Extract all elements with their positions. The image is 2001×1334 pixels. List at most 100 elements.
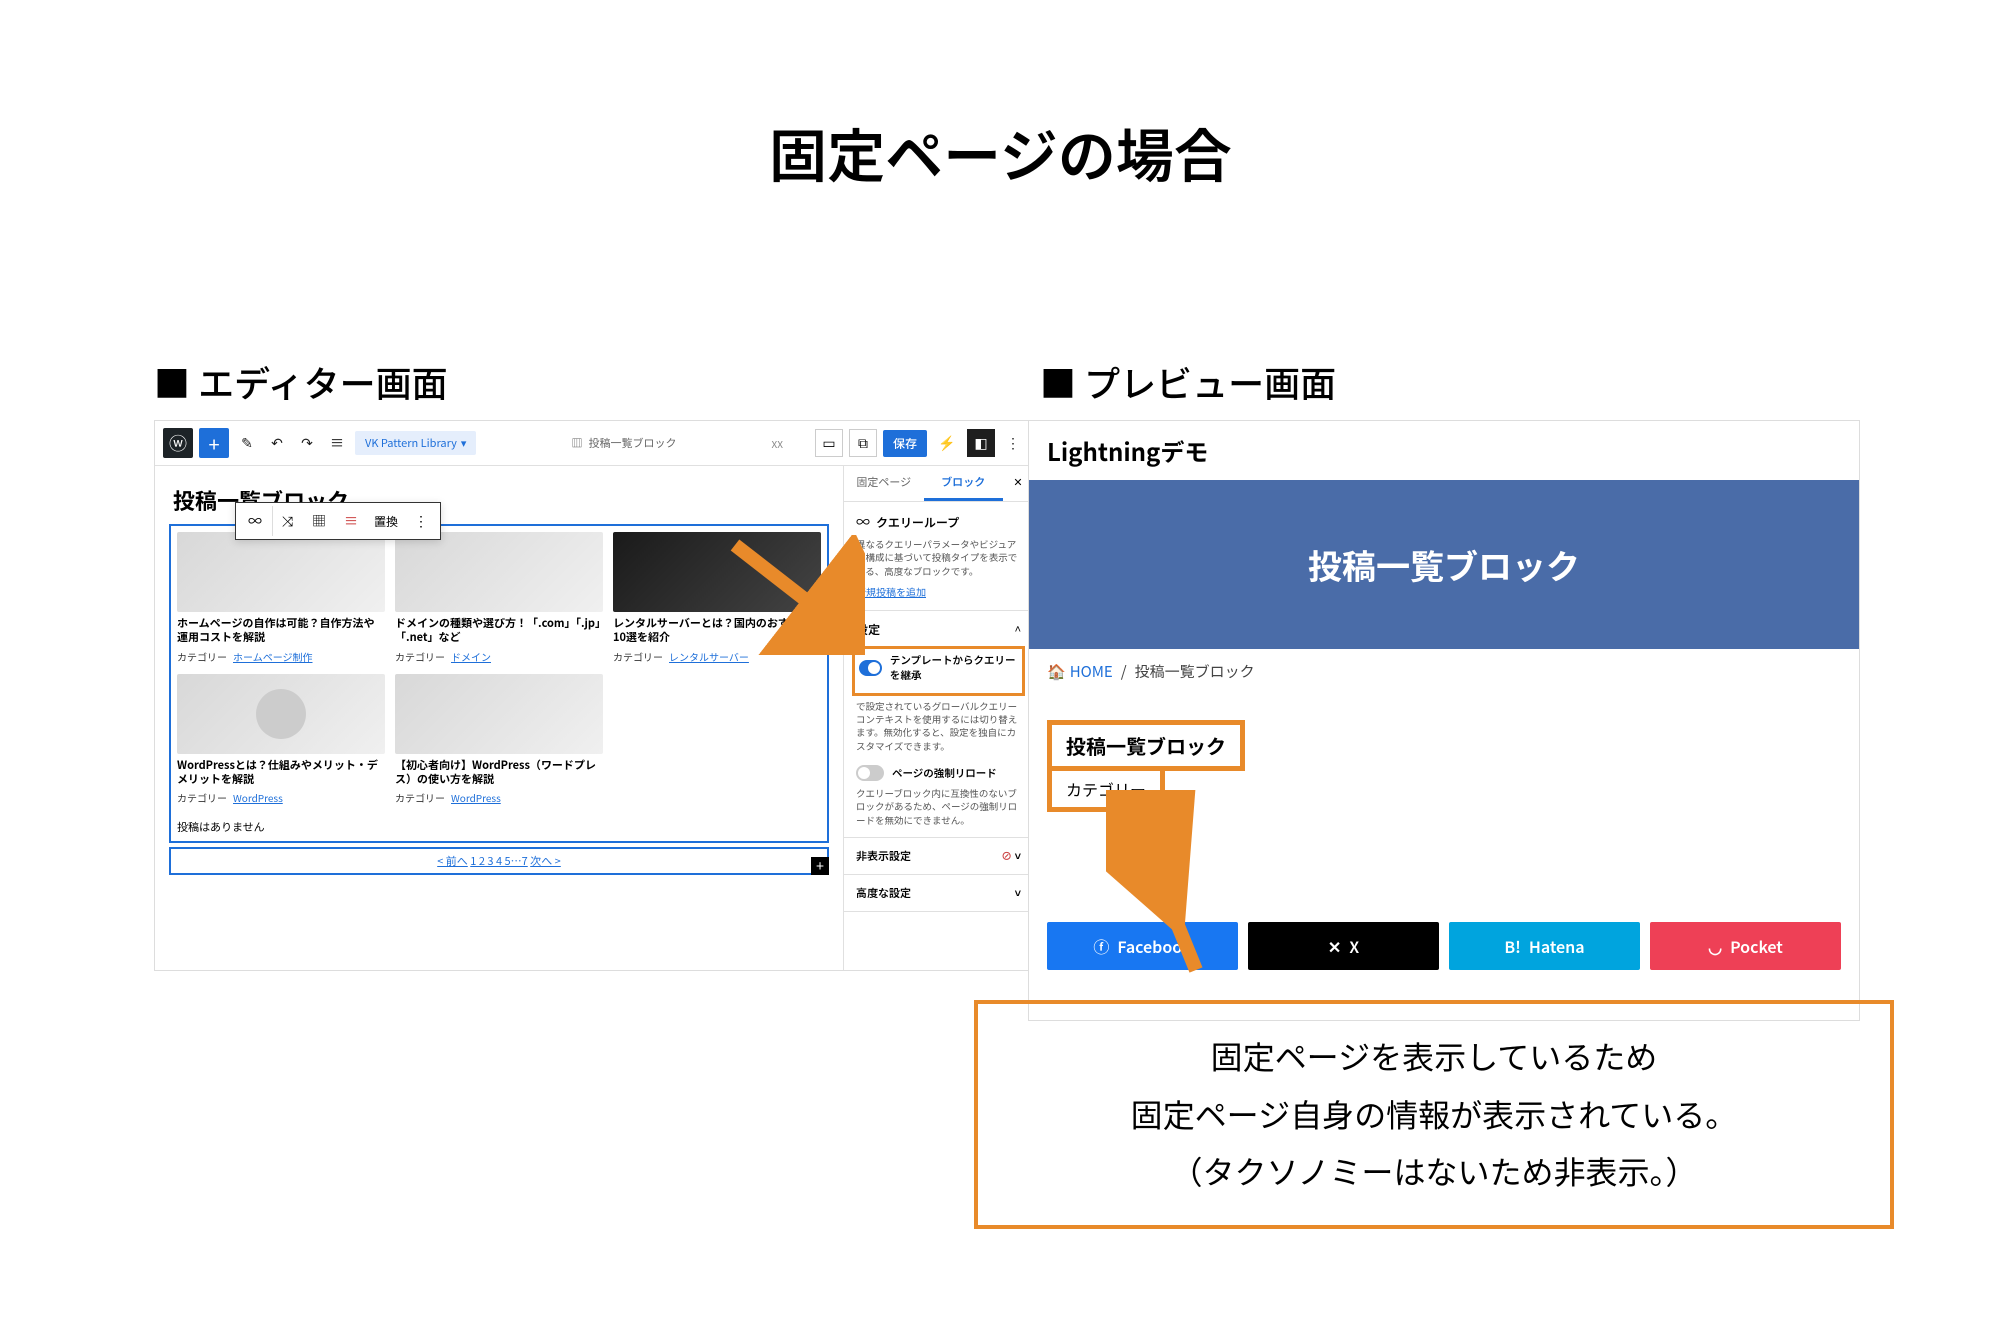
query-loop-block[interactable]: ホームページの自作は可能？自作方法や運用コストを解説 カテゴリーホームページ制作… — [169, 524, 829, 843]
explanation-box: 固定ページを表示しているため 固定ページ自身の情報が表示されている。 （タクソノ… — [974, 1000, 1894, 1229]
tab-block[interactable]: ブロック — [924, 466, 1004, 501]
settings-sidebar: 固定ページ ブロック ✕ ∞ クエリーループ 異なるクエリーパラメータやビジュア… — [843, 466, 1033, 970]
site-title[interactable]: Lightningデモ — [1029, 421, 1859, 480]
loop-icon[interactable]: ∞ — [240, 506, 270, 536]
toggle-label: テンプレートからクエリーを継承 — [890, 653, 1018, 683]
post-title: WordPressとは？仕組みやメリット・デメリットを解説 — [177, 758, 385, 787]
toggle-label: ページの強制リロード — [892, 766, 997, 781]
page-hero: 投稿一覧ブロック — [1029, 480, 1859, 649]
tab-page[interactable]: 固定ページ — [844, 466, 924, 501]
editor-topbar: ⓦ + ✎ ↶ ↷ ≡ VK Pattern Library▾ ▥ 投稿一覧ブロ… — [155, 421, 1033, 466]
post-card[interactable]: ドメインの種類や選び方！「.com」「.jp」「.net」など カテゴリードメイ… — [395, 532, 603, 664]
cat-link[interactable]: ホームページ制作 — [233, 649, 313, 664]
breadcrumb: 🏠HOME / 投稿一覧ブロック — [1029, 649, 1859, 694]
post-thumb — [395, 674, 603, 754]
shuffle-icon[interactable]: ⤨ — [272, 506, 302, 536]
block-name: クエリーループ — [876, 514, 959, 531]
cat-label: カテゴリー — [613, 649, 663, 664]
pager-prev[interactable]: < 前へ — [437, 853, 468, 869]
share-buttons: ⓕFacebook ✕X B!Hatena ◡Pocket — [1047, 922, 1841, 990]
cat-link[interactable]: レンタルサーバー — [669, 649, 749, 664]
hatena-icon: B! — [1504, 934, 1521, 958]
desktop-view-icon[interactable]: ▭ — [815, 429, 843, 457]
preview-section-label: ■ プレビュー画面 — [1040, 356, 1336, 408]
dimensions-badge: XX — [772, 436, 783, 451]
post-card[interactable]: レンタルサーバーとは？国内のおすすめ10選を紹介 カテゴリーレンタルサーバー — [613, 532, 821, 664]
block-toolbar: ∞ ⤨ ▦ ≡ 置換 ⋮ — [235, 502, 441, 540]
help-icon[interactable]: ⊘ — [1001, 848, 1012, 864]
editor-section-label: ■ エディター画面 — [154, 356, 448, 408]
align-icon[interactable]: ≡ — [336, 506, 366, 536]
force-reload-toggle[interactable] — [856, 765, 884, 781]
redo-icon[interactable]: ↷ — [295, 431, 319, 455]
post-title: レンタルサーバーとは？国内のおすすめ10選を紹介 — [613, 616, 821, 645]
cat-link[interactable]: ドメイン — [451, 649, 491, 664]
share-x-button[interactable]: ✕X — [1248, 922, 1439, 970]
wordpress-logo-icon[interactable]: ⓦ — [163, 428, 193, 458]
advanced-settings-title: 高度な設定 — [856, 885, 911, 901]
cat-link[interactable]: WordPress — [451, 790, 501, 805]
more-menu-icon[interactable]: ⋮ — [1001, 431, 1025, 455]
no-posts-message: 投稿はありません — [177, 819, 821, 835]
explain-line: 固定ページ自身の情報が表示されている。 — [1018, 1086, 1850, 1144]
slide-title: 固定ページの場合 — [769, 110, 1232, 194]
cat-link[interactable]: WordPress — [233, 790, 283, 805]
post-thumb — [395, 532, 603, 612]
x-icon: ✕ — [1328, 934, 1341, 958]
add-new-post-link[interactable]: 新規投稿を追加 — [856, 584, 926, 599]
editor-canvas: 投稿一覧ブロック ∞ ⤨ ▦ ≡ 置換 ⋮ ホームページの自作は可能？自作方法や… — [155, 466, 843, 970]
edit-icon[interactable]: ✎ — [235, 431, 259, 455]
share-hatena-button[interactable]: B!Hatena — [1449, 922, 1640, 970]
cat-label: カテゴリー — [177, 649, 227, 664]
block-more-icon[interactable]: ⋮ — [406, 506, 436, 536]
block-desc: 異なるクエリーパラメータやビジュアル構成に基づいて投稿タイプを表示できる、高度な… — [856, 538, 1021, 578]
editor-panel: ⓦ + ✎ ↶ ↷ ≡ VK Pattern Library▾ ▥ 投稿一覧ブロ… — [154, 420, 1034, 971]
undo-icon[interactable]: ↶ — [265, 431, 289, 455]
replace-button[interactable]: 置換 — [368, 513, 404, 530]
add-block-button[interactable]: + — [199, 428, 229, 458]
breadcrumb-chip[interactable]: VK Pattern Library▾ — [355, 431, 476, 455]
share-pocket-button[interactable]: ◡Pocket — [1650, 922, 1841, 970]
post-card[interactable]: ホームページの自作は可能？自作方法や運用コストを解説 カテゴリーホームページ制作 — [177, 532, 385, 664]
chevron-down-icon[interactable]: ˅ — [1015, 885, 1021, 901]
query-loop-icon: ∞ — [856, 512, 870, 532]
doc-title: 投稿一覧ブロック — [588, 435, 676, 451]
cat-label: カテゴリー — [395, 649, 445, 664]
toggle-desc: クエリーブロック内に互換性のないブロックがあるため、ページの強制リロードを無効に… — [856, 787, 1021, 827]
breadcrumb-home[interactable]: 🏠HOME — [1047, 661, 1113, 682]
post-title: ドメインの種類や選び方！「.com」「.jp」「.net」など — [395, 616, 603, 645]
append-block-button[interactable]: + — [811, 857, 829, 875]
jetpack-icon[interactable]: ⚡ — [933, 429, 961, 457]
inherit-query-toggle[interactable] — [859, 660, 882, 676]
post-title: 【初心者向け】WordPress（ワードプレス）の使い方を解説 — [395, 758, 603, 787]
chevron-up-icon[interactable]: ˄ — [1015, 621, 1021, 637]
external-view-icon[interactable]: ⧉ — [849, 429, 877, 457]
content-title: 投稿一覧ブロック — [1047, 720, 1245, 771]
hide-settings-title: 非表示設定 — [856, 848, 911, 864]
post-card[interactable]: WordPressとは？仕組みやメリット・デメリットを解説 カテゴリー WordP… — [177, 674, 385, 806]
settings-section-title: 設定 — [856, 621, 880, 638]
content-category: カテゴリー — [1047, 771, 1165, 812]
facebook-icon: ⓕ — [1093, 934, 1109, 958]
save-button[interactable]: 保存 — [883, 430, 927, 457]
list-view-icon[interactable]: ≡ — [325, 431, 349, 455]
home-icon: 🏠 — [1047, 661, 1066, 682]
toggle-desc: で設定されているグローバルクエリーコンテキストを使用するには切り替えます。無効化… — [856, 700, 1021, 753]
pagination-block[interactable]: < 前へ 1 2 3 4 5…7 次へ > + — [169, 847, 829, 875]
cat-label: カテゴリー — [395, 790, 445, 805]
share-facebook-button[interactable]: ⓕFacebook — [1047, 922, 1238, 970]
pocket-icon: ◡ — [1708, 934, 1722, 958]
post-thumb — [613, 532, 821, 612]
explain-line: 固定ページを表示しているため — [1018, 1028, 1850, 1086]
chevron-down-icon[interactable]: ˅ — [1015, 848, 1021, 864]
post-card[interactable]: 【初心者向け】WordPress（ワードプレス）の使い方を解説 カテゴリー Wor… — [395, 674, 603, 806]
pager-next[interactable]: 次へ > — [530, 853, 561, 869]
pager-pages[interactable]: 1 2 3 4 5…7 — [470, 853, 528, 869]
cat-label: カテゴリー — [177, 790, 227, 805]
post-title: ホームページの自作は可能？自作方法や運用コストを解説 — [177, 616, 385, 645]
post-thumb — [177, 674, 385, 754]
settings-toggle-icon[interactable]: ◧ — [967, 429, 995, 457]
grid-icon[interactable]: ▦ — [304, 506, 334, 536]
breadcrumb-current: 投稿一覧ブロック — [1135, 661, 1255, 682]
doc-icon: ▥ — [571, 435, 582, 451]
